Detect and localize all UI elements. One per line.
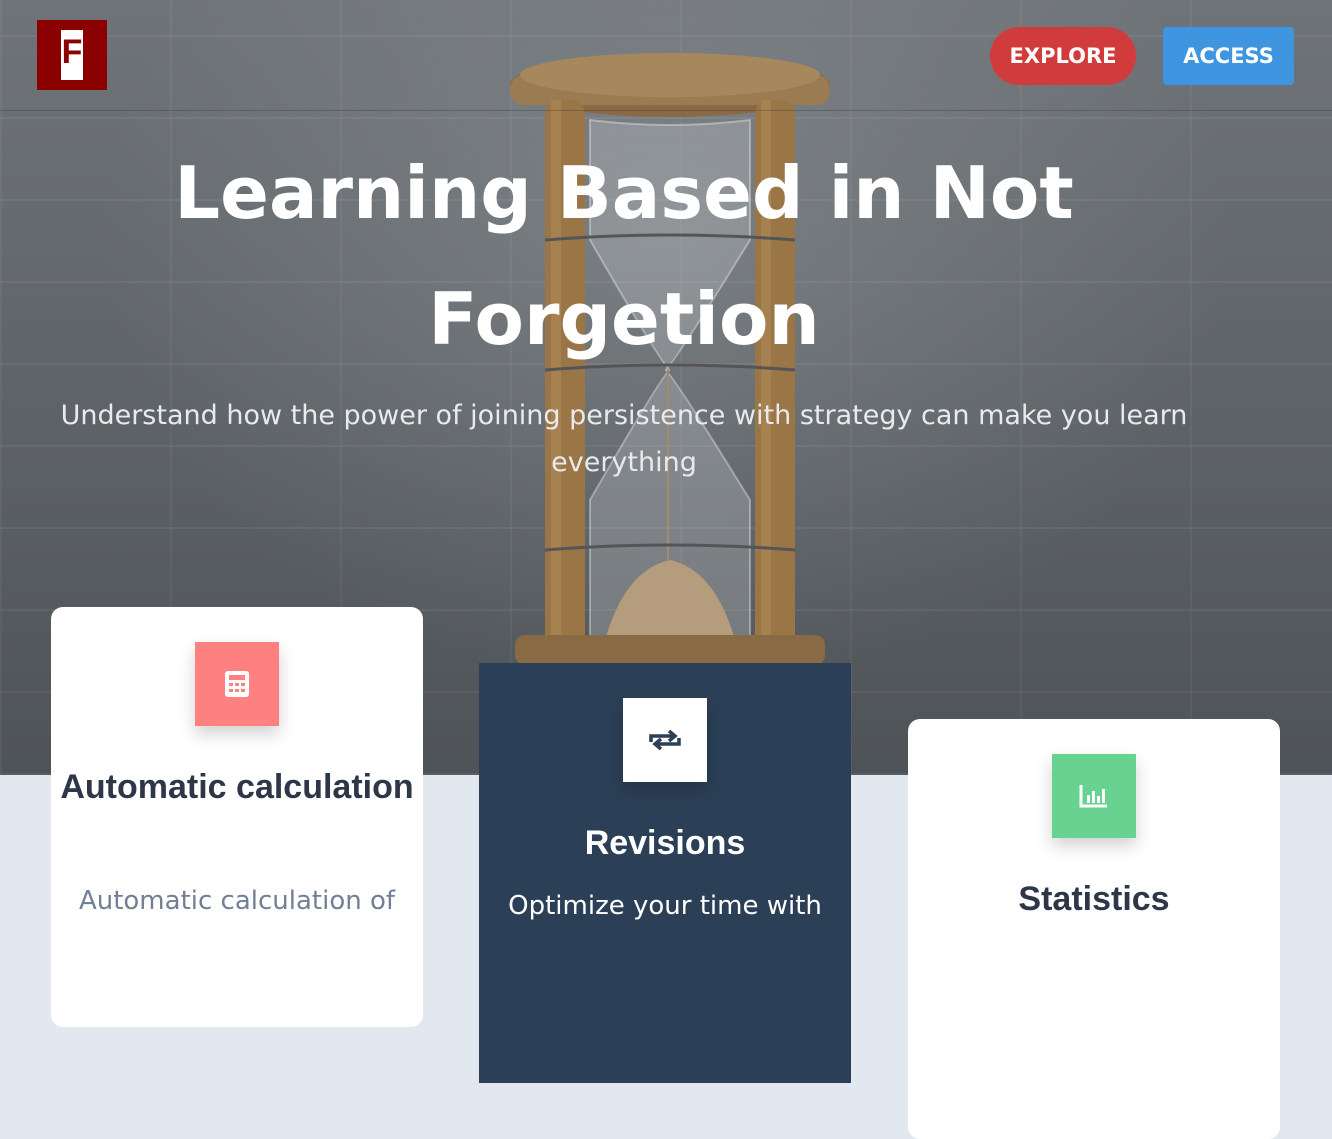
- repeat-icon: [623, 698, 707, 782]
- calculator-icon: [195, 642, 279, 726]
- feature-text: Automatic calculation of: [78, 886, 396, 916]
- feature-card-statistics: Statistics: [908, 719, 1280, 1139]
- hero-title: Learning Based in Not Forgetion: [174, 151, 1074, 361]
- access-button[interactable]: ACCESS: [1163, 27, 1294, 85]
- feature-title: Automatic calculation: [60, 768, 414, 806]
- feature-title: Statistics: [1018, 880, 1170, 918]
- feature-card-revisions: Revisions Optimize your time with: [479, 663, 851, 1083]
- explore-button[interactable]: EXPLORE: [990, 27, 1136, 85]
- bar-chart-icon: [1052, 754, 1136, 838]
- logo-letter: F: [61, 30, 83, 80]
- feature-text: Optimize your time with: [508, 891, 822, 921]
- feature-card-automatic-calculation: Automatic calculation Automatic calculat…: [51, 607, 423, 1027]
- header-divider: [0, 110, 1332, 111]
- brand-logo[interactable]: F: [37, 20, 107, 90]
- feature-title: Revisions: [584, 824, 746, 862]
- hero-subtitle: Understand how the power of joining pers…: [60, 400, 1188, 478]
